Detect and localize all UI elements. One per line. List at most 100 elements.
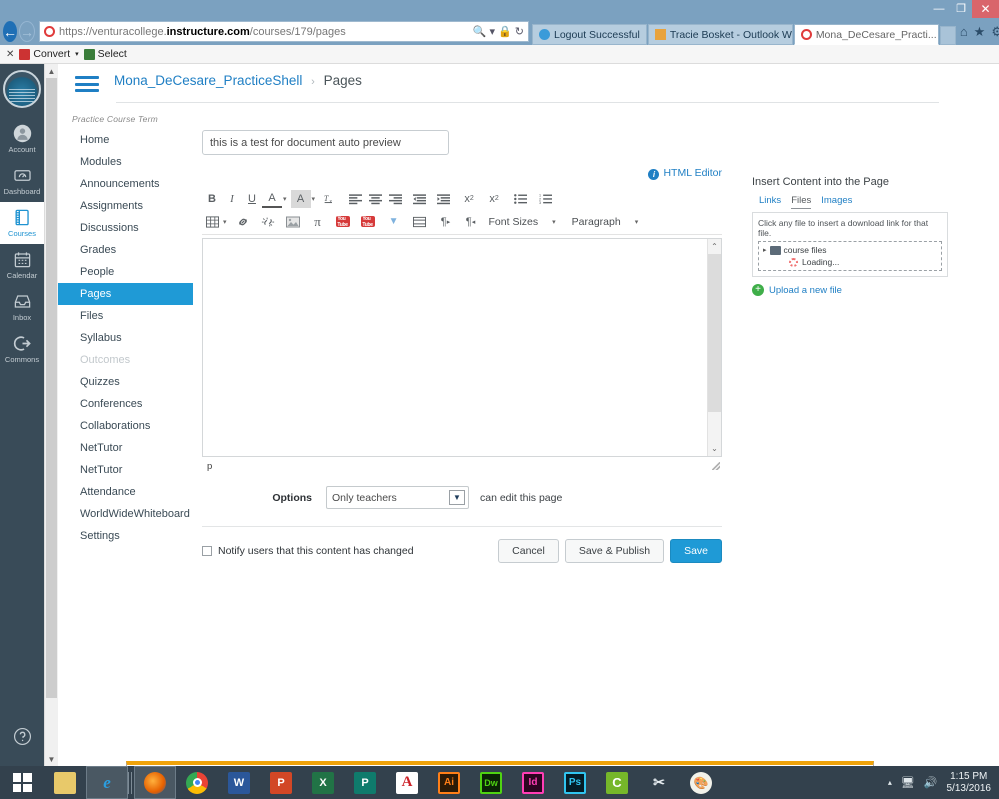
taskbar-word[interactable]: W (218, 766, 260, 799)
course-nav-item-nettutor-1[interactable]: NetTutor (58, 437, 193, 459)
course-nav-item-conferences[interactable]: Conferences (58, 393, 193, 415)
edit-permission-select[interactable]: Only teachers ▼ (326, 486, 469, 509)
table-caret-icon[interactable]: ▾ (223, 218, 227, 226)
global-nav-item-dashboard[interactable]: Dashboard (0, 160, 44, 202)
notify-users-checkbox-row[interactable]: Notify users that this content has chang… (202, 545, 414, 557)
underline-icon[interactable]: U (242, 190, 262, 208)
volume-icon[interactable]: 🔊 (924, 776, 938, 789)
course-nav-item-quizzes[interactable]: Quizzes (58, 371, 193, 393)
save-button[interactable]: Save (670, 539, 722, 563)
image-icon[interactable] (283, 213, 303, 231)
font-sizes-dropdown[interactable]: Font Sizes ▾ (487, 216, 558, 228)
help-button[interactable] (0, 721, 44, 752)
taskbar-snipping-tool[interactable]: ✂ (638, 766, 680, 799)
background-color-caret-icon[interactable]: ▾ (312, 195, 316, 203)
taskbar-clock[interactable]: 1:15 PM 5/13/2016 (947, 771, 992, 795)
taskbar-acrobat[interactable]: A (386, 766, 428, 799)
page-scrollbar[interactable]: ▲ ▼ (44, 64, 58, 766)
close-window-button[interactable]: ✕ (972, 0, 999, 18)
equation-icon[interactable]: π (308, 213, 328, 231)
youtube-record-icon[interactable]: YouTube (333, 213, 353, 231)
taskbar-file-explorer[interactable] (44, 766, 86, 799)
resize-grip-icon[interactable] (712, 462, 720, 470)
new-tab-button[interactable] (940, 26, 956, 45)
ventura-college-logo[interactable] (3, 70, 41, 108)
link-icon[interactable] (233, 213, 253, 231)
tab-files[interactable]: Files (791, 195, 811, 209)
taskbar-illustrator[interactable]: Ai (428, 766, 470, 799)
taskbar-publisher[interactable]: P (344, 766, 386, 799)
align-left-icon[interactable] (345, 190, 365, 208)
course-nav-item-home[interactable]: Home (58, 129, 193, 151)
course-nav-item-files[interactable]: Files (58, 305, 193, 327)
course-nav-item-assignments[interactable]: Assignments (58, 195, 193, 217)
ltr-direction-icon[interactable]: ¶▸ (436, 213, 456, 231)
global-nav-item-account[interactable]: Account (0, 118, 44, 160)
html-editor-link[interactable]: HTML Editor (663, 167, 722, 179)
page-title-input[interactable] (202, 130, 449, 155)
convert-button[interactable]: Convert (19, 48, 70, 60)
global-nav-item-courses[interactable]: Courses (0, 202, 44, 244)
favorites-icon[interactable]: ★ (974, 24, 986, 40)
taskbar-photoshop[interactable]: Ps (554, 766, 596, 799)
align-center-icon[interactable] (365, 190, 385, 208)
home-icon[interactable]: ⌂ (960, 24, 968, 39)
global-nav-item-commons[interactable]: Commons (0, 328, 44, 370)
course-nav-item-nettutor-2[interactable]: NetTutor (58, 459, 193, 481)
scrollbar-thumb[interactable] (46, 78, 57, 698)
taskbar-paint[interactable]: 🎨 (680, 766, 722, 799)
upload-new-file-button[interactable]: + Upload a new file (752, 284, 948, 296)
taskbar-internet-explorer[interactable]: e (86, 766, 128, 799)
browser-tab[interactable]: Tracie Bosket - Outlook W... (648, 24, 793, 45)
browser-tab-active[interactable]: Mona_DeCesare_Practi... ✕ (794, 24, 939, 45)
text-color-icon[interactable]: A (262, 190, 282, 208)
taskbar-powerpoint[interactable]: P (260, 766, 302, 799)
rce-scrollbar-thumb[interactable] (708, 254, 721, 412)
bullet-list-icon[interactable] (510, 190, 530, 208)
bold-icon[interactable]: B (202, 190, 222, 208)
unlink-icon[interactable] (258, 213, 278, 231)
course-nav-item-pages[interactable]: Pages (58, 283, 193, 305)
minimize-button[interactable]: — (928, 0, 950, 18)
italic-icon[interactable]: I (222, 190, 242, 208)
outdent-icon[interactable] (409, 190, 429, 208)
taskbar-dreamweaver[interactable]: Dw (470, 766, 512, 799)
global-nav-item-calendar[interactable]: Calendar (0, 244, 44, 286)
hamburger-icon[interactable] (75, 76, 99, 92)
select-button[interactable]: Select (84, 48, 127, 60)
course-nav-item-people[interactable]: People (58, 261, 193, 283)
course-nav-item-discussions[interactable]: Discussions (58, 217, 193, 239)
cancel-button[interactable]: Cancel (498, 539, 559, 563)
clear-formatting-icon[interactable]: Tx (319, 190, 339, 208)
superscript-icon[interactable]: x2 (459, 190, 479, 208)
rtl-direction-icon[interactable]: ¶◂ (461, 213, 481, 231)
course-nav-item-grades[interactable]: Grades (58, 239, 193, 261)
rce-content-area[interactable]: ⌃ ⌄ (202, 238, 722, 457)
subscript-icon[interactable]: x2 (484, 190, 504, 208)
save-and-publish-button[interactable]: Save & Publish (565, 539, 664, 563)
table-icon[interactable] (202, 213, 222, 231)
rce-scroll-up-icon[interactable]: ⌃ (708, 239, 721, 254)
forward-button[interactable]: → (19, 21, 35, 42)
indent-icon[interactable] (433, 190, 453, 208)
taskbar-camtasia[interactable]: C (596, 766, 638, 799)
numbered-list-icon[interactable]: 123 (535, 190, 555, 208)
taskbar-chrome[interactable] (176, 766, 218, 799)
notify-users-checkbox[interactable] (202, 546, 212, 556)
refresh-icon[interactable]: ↻ (515, 25, 524, 38)
align-right-icon[interactable] (385, 190, 405, 208)
text-color-caret-icon[interactable]: ▾ (283, 195, 287, 203)
url-input[interactable]: https://venturacollege.instructure.com/c… (39, 21, 529, 42)
media-icon[interactable] (410, 213, 430, 231)
back-button[interactable]: ← (3, 21, 17, 42)
restore-button[interactable]: ❐ (950, 0, 972, 18)
tree-root-node[interactable]: ▸ course files (763, 245, 937, 255)
global-nav-item-inbox[interactable]: Inbox (0, 286, 44, 328)
course-nav-item-syllabus[interactable]: Syllabus (58, 327, 193, 349)
network-icon[interactable]: 🖥 (901, 776, 915, 789)
chevron-down-icon[interactable]: ▼ (449, 490, 465, 505)
show-hidden-icons-button[interactable]: ▴ (888, 778, 892, 787)
course-nav-item-worldwidewhiteboard[interactable]: WorldWideWhiteboard (58, 503, 193, 525)
breadcrumb-course-link[interactable]: Mona_DeCesare_PracticeShell (114, 73, 302, 88)
rce-scroll-down-icon[interactable]: ⌄ (708, 441, 721, 456)
